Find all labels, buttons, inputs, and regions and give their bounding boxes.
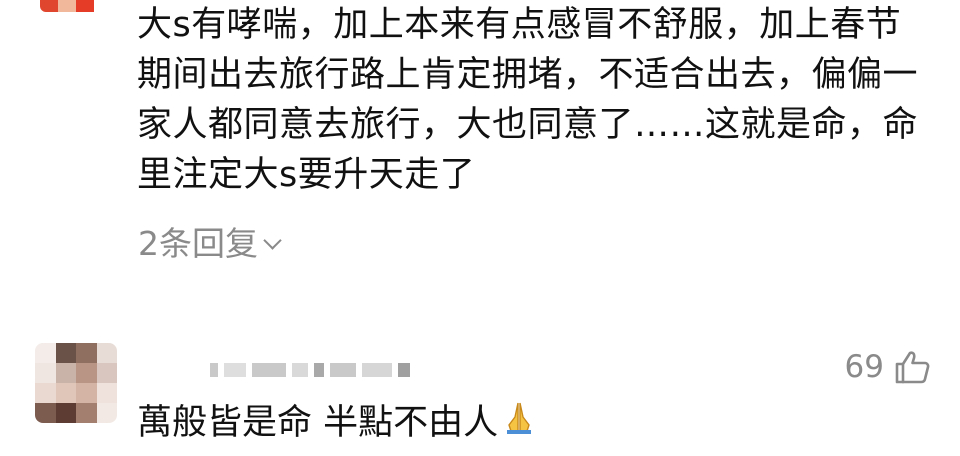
comment-text: 大s有哮喘，加上本来有点感冒不舒服，加上春节 期间出去旅行路上肯定拥堵，不适合出… (137, 0, 937, 200)
replies-label: 2条回复 (138, 224, 258, 263)
avatar[interactable] (40, 0, 112, 12)
view-replies-button[interactable]: 2条回复 (138, 220, 282, 268)
comment-text: 萬般皆是命 半點不由人 (137, 397, 538, 449)
comment-line: 家人都同意去旅行，大也同意了……这就是命，命 (137, 105, 919, 145)
folded-hands-icon (500, 397, 538, 449)
username-redacted[interactable] (210, 356, 410, 384)
comment-line: 里注定大s要升天走了 (137, 155, 476, 195)
thumbs-up-icon (894, 350, 930, 384)
like-count: 69 (844, 349, 884, 385)
chevron-down-icon (263, 230, 282, 250)
avatar[interactable] (35, 343, 117, 423)
like-button[interactable]: 69 (845, 349, 930, 385)
comment-body: 萬般皆是命 半點不由人 (137, 403, 499, 443)
comment-line: 大s有哮喘，加上本来有点感冒不舒服，加上春节 (137, 5, 902, 45)
comment-line: 期间出去旅行路上肯定拥堵，不适合出去，偏偏一 (137, 55, 919, 95)
